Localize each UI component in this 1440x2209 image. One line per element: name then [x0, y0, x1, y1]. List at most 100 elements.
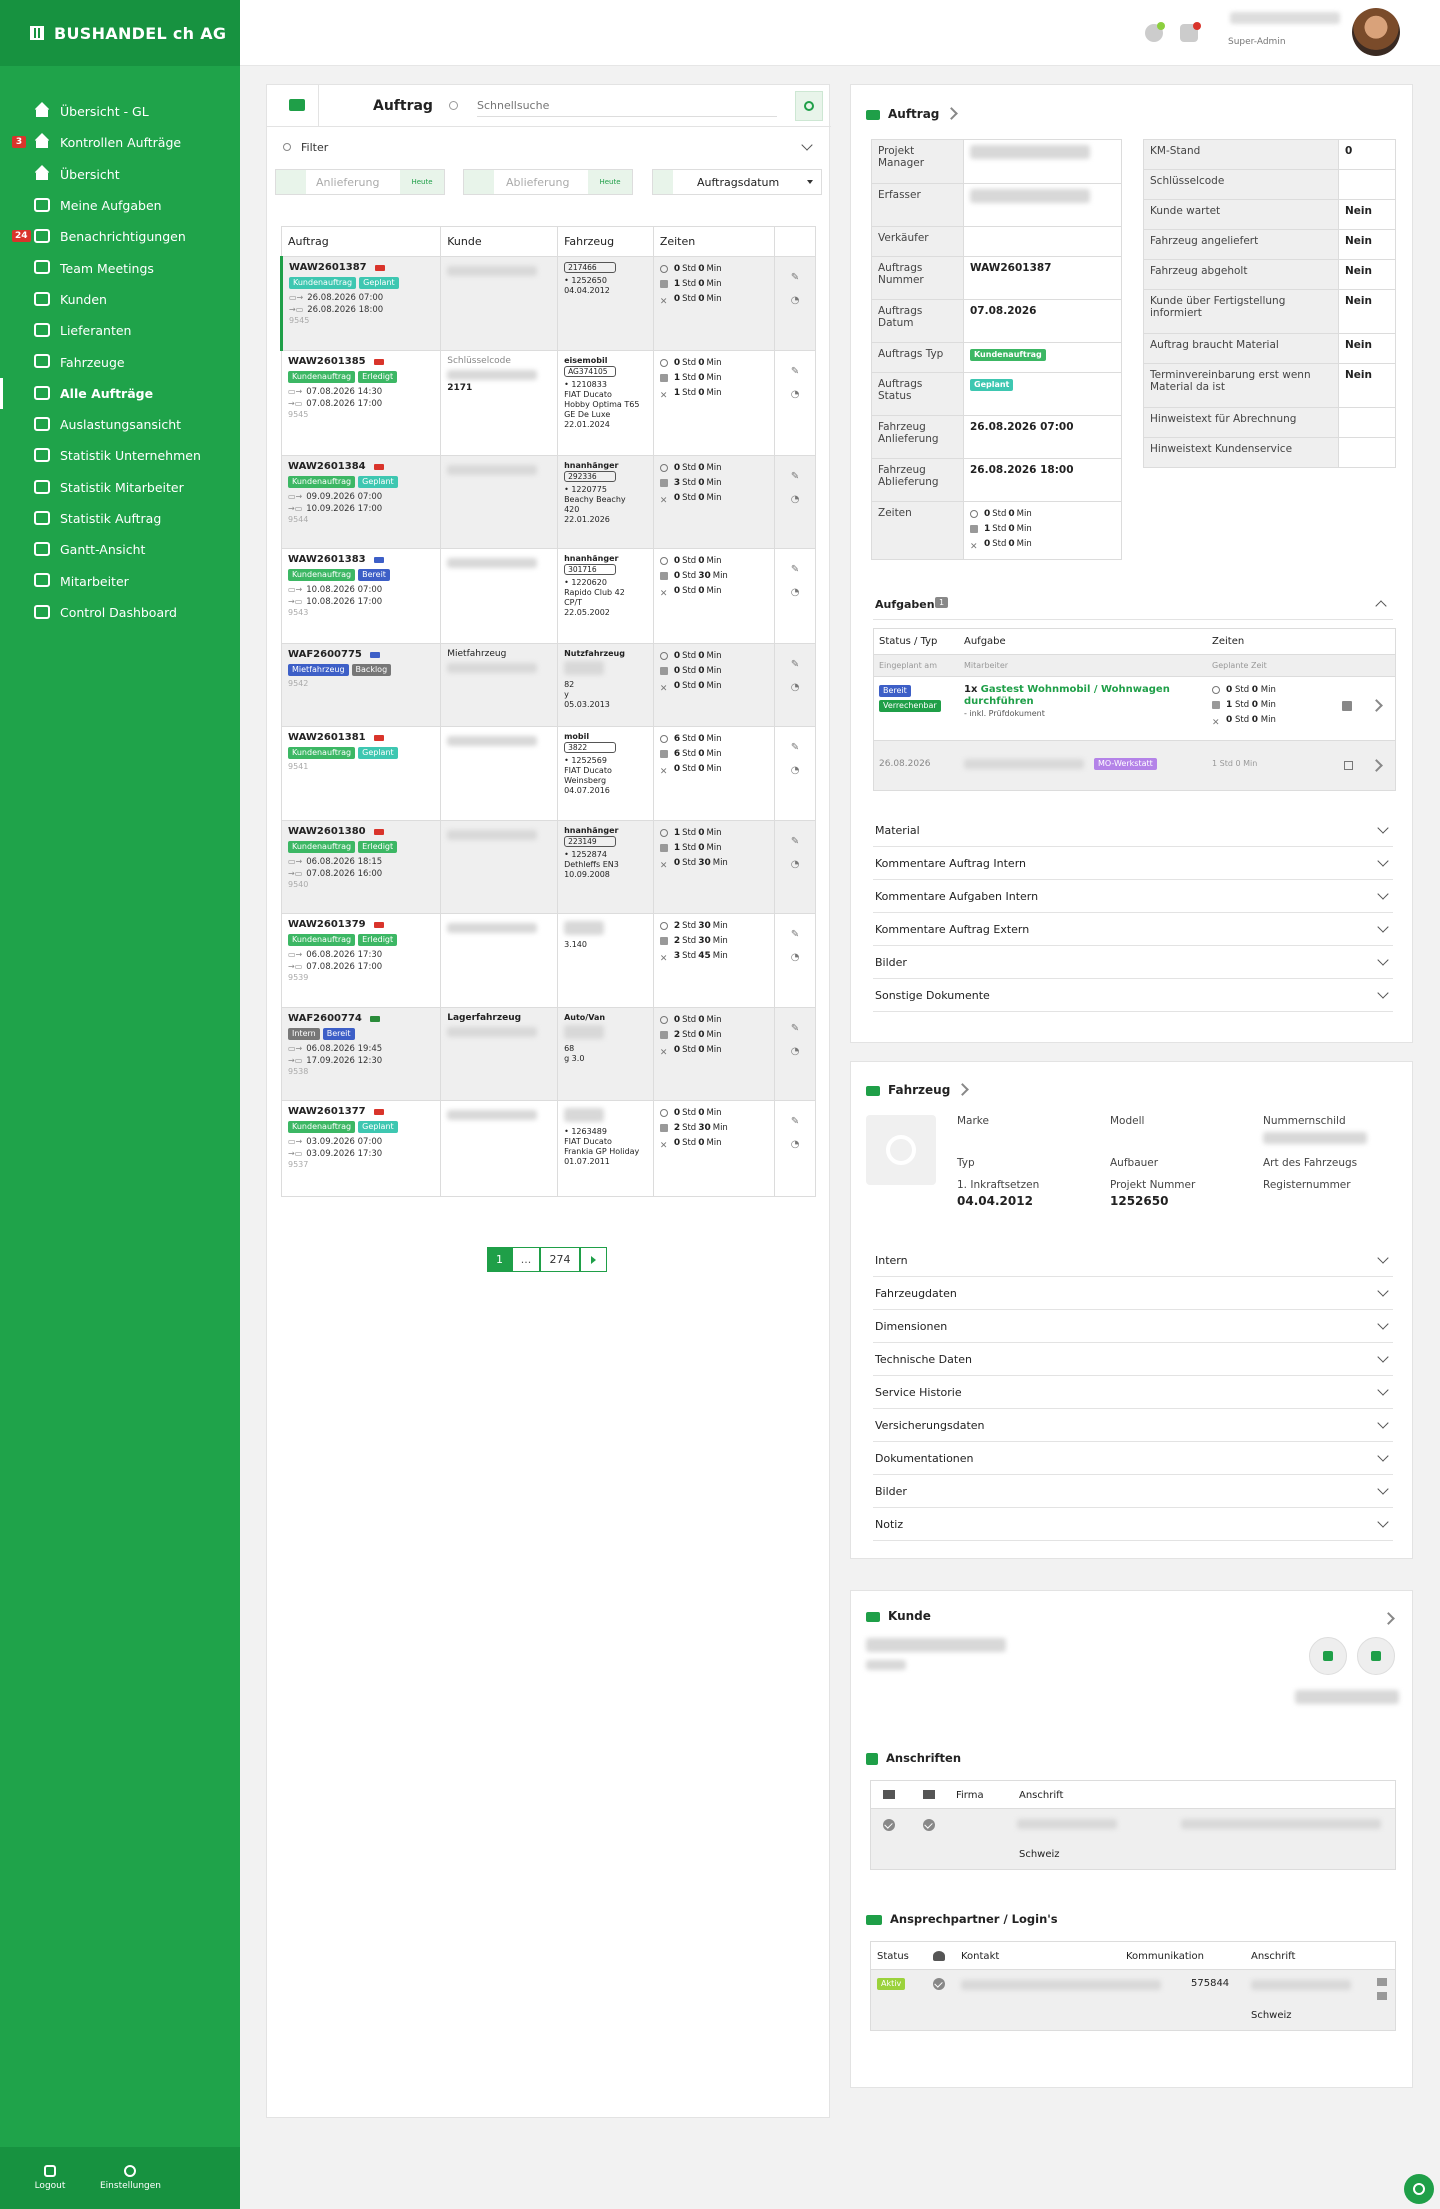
- ablieferung-filter[interactable]: Ablieferung Heute: [463, 169, 633, 195]
- settings-button[interactable]: Einstellungen: [100, 2165, 161, 2191]
- sidebar-item-3[interactable]: Meine Aufgaben: [0, 190, 240, 221]
- folder-tab[interactable]: [279, 85, 319, 127]
- accordion-notiz[interactable]: Notiz: [873, 1508, 1393, 1541]
- page-1[interactable]: 1: [487, 1247, 512, 1272]
- sidebar-item-0[interactable]: Übersicht - GL: [0, 96, 240, 127]
- page-last[interactable]: 274: [540, 1247, 580, 1272]
- anlieferung-input[interactable]: Anlieferung: [316, 176, 379, 189]
- pie-chart-icon[interactable]: ◔: [781, 587, 809, 598]
- ablieferung-input[interactable]: Ablieferung: [506, 176, 569, 189]
- edit-icon[interactable]: [945, 107, 959, 120]
- edit-icon[interactable]: ✎: [781, 366, 809, 377]
- sidebar-item-11[interactable]: Statistik Unternehmen: [0, 440, 240, 471]
- sidebar-item-8[interactable]: Fahrzeuge: [0, 346, 240, 377]
- accordion-technische-daten[interactable]: Technische Daten: [873, 1343, 1393, 1376]
- accordion-dokumentationen[interactable]: Dokumentationen: [873, 1442, 1393, 1475]
- table-row[interactable]: WAF2600775 Mietfahrzeug Backlog 9542 Mietfah…: [280, 643, 816, 727]
- contact-row[interactable]: Aktiv 575844 Schweiz: [871, 1970, 1395, 2030]
- order-number[interactable]: WAW2601383: [288, 554, 366, 565]
- table-row[interactable]: WAW2601377 Kundenauftrag Geplant ▭→ 03.09.20…: [280, 1100, 816, 1197]
- checkbox[interactable]: [1344, 761, 1353, 770]
- order-number[interactable]: WAW2601381: [288, 732, 366, 743]
- pie-chart-icon[interactable]: ◔: [781, 1139, 809, 1150]
- accordion-kommentare-auftrag-intern[interactable]: Kommentare Auftrag Intern: [873, 847, 1393, 880]
- sidebar-item-10[interactable]: Auslastungsansicht: [0, 409, 240, 440]
- sidebar-item-2[interactable]: Übersicht: [0, 159, 240, 190]
- order-number[interactable]: WAW2601387: [289, 262, 367, 273]
- edit-icon[interactable]: ✎: [781, 742, 809, 753]
- document-icon[interactable]: [1342, 701, 1352, 711]
- edit-icon[interactable]: ✎: [781, 1116, 809, 1127]
- address-row[interactable]: Schweiz: [871, 1809, 1395, 1869]
- edit-icon[interactable]: ✎: [781, 564, 809, 575]
- accordion-material[interactable]: Material: [873, 814, 1393, 847]
- search-input[interactable]: [477, 95, 777, 117]
- edit-icon[interactable]: [1370, 699, 1383, 712]
- col-fahrzeug[interactable]: Fahrzeug: [557, 226, 654, 257]
- order-number[interactable]: WAW2601384: [288, 461, 366, 472]
- accordion-fahrzeugdaten[interactable]: Fahrzeugdaten: [873, 1277, 1393, 1310]
- table-row[interactable]: WAW2601385 Kundenauftrag Erledigt ▭→ 07.08.2…: [280, 350, 816, 456]
- search-button[interactable]: [795, 91, 823, 121]
- today-button[interactable]: Heute: [400, 170, 444, 194]
- table-row[interactable]: WAW2601387 Kundenauftrag Geplant ▭→ 26.08.20…: [279, 256, 816, 351]
- sort-select[interactable]: Auftragsdatum: [652, 169, 822, 195]
- next-page-button[interactable]: [580, 1247, 607, 1272]
- table-row[interactable]: WAF2600774 Intern Bereit ▭→ 06.08.2026 19:45…: [280, 1007, 816, 1101]
- task-assignment-row[interactable]: 26.08.2026 MO-Werkstatt 1 Std 0 Min: [874, 741, 1395, 790]
- sidebar-item-16[interactable]: Control Dashboard: [0, 597, 240, 628]
- task-row[interactable]: Bereit Verrechenbar 1x Gastest Wohnmobil …: [874, 677, 1395, 741]
- sidebar-item-9[interactable]: Alle Aufträge: [0, 377, 240, 410]
- accordion-dimensionen[interactable]: Dimensionen: [873, 1310, 1393, 1343]
- table-row[interactable]: WAW2601383 Kundenauftrag Bereit ▭→ 10.08.202…: [280, 548, 816, 644]
- sidebar-item-7[interactable]: Lieferanten: [0, 315, 240, 346]
- edit-icon[interactable]: ✎: [781, 471, 809, 482]
- pie-chart-icon[interactable]: ◔: [781, 494, 809, 505]
- sidebar-item-1[interactable]: 3 Kontrollen Aufträge: [0, 127, 240, 158]
- call-button[interactable]: [1309, 1637, 1347, 1675]
- pie-chart-icon[interactable]: ◔: [781, 389, 809, 400]
- sidebar-item-14[interactable]: Gantt-Ansicht: [0, 534, 240, 565]
- today-button[interactable]: Heute: [588, 170, 632, 194]
- col-auftrag[interactable]: Auftrag: [280, 226, 442, 257]
- edit-icon[interactable]: ✎: [781, 272, 809, 283]
- table-row[interactable]: WAW2601380 Kundenauftrag Erledigt ▭→ 06.08.2…: [280, 820, 816, 914]
- sidebar-item-6[interactable]: Kunden: [0, 284, 240, 315]
- edit-icon[interactable]: ✎: [781, 1023, 809, 1034]
- pie-chart-icon[interactable]: ◔: [781, 765, 809, 776]
- chevron-down-icon[interactable]: [801, 139, 813, 151]
- col-kunde[interactable]: Kunde: [440, 226, 559, 257]
- edit-icon[interactable]: ✎: [781, 659, 809, 670]
- accordion-bilder[interactable]: Bilder: [873, 946, 1393, 979]
- logout-button[interactable]: Logout: [20, 2165, 80, 2191]
- accordion-kommentare-aufgaben-intern[interactable]: Kommentare Aufgaben Intern: [873, 880, 1393, 913]
- help-button[interactable]: [1404, 2174, 1434, 2204]
- order-number[interactable]: WAW2601380: [288, 826, 366, 837]
- accordion-intern[interactable]: Intern: [873, 1244, 1393, 1277]
- email-button[interactable]: [1357, 1637, 1395, 1675]
- sidebar-item-5[interactable]: Team Meetings: [0, 252, 240, 283]
- aufgaben-header[interactable]: Aufgaben 1: [873, 590, 1393, 620]
- table-row[interactable]: WAW2601384 Kundenauftrag Geplant ▭→ 09.09.20…: [280, 455, 816, 549]
- brand[interactable]: BUSHANDEL ch AG: [0, 0, 240, 66]
- accordion-bilder[interactable]: Bilder: [873, 1475, 1393, 1508]
- sidebar-item-13[interactable]: Statistik Auftrag: [0, 503, 240, 534]
- sidebar-item-15[interactable]: Mitarbeiter: [0, 565, 240, 596]
- edit-icon[interactable]: [956, 1083, 970, 1096]
- pie-chart-icon[interactable]: ◔: [781, 1046, 809, 1057]
- avatar[interactable]: [1352, 8, 1400, 56]
- pie-chart-icon[interactable]: ◔: [781, 859, 809, 870]
- accordion-versicherungsdaten[interactable]: Versicherungsdaten: [873, 1409, 1393, 1442]
- col-zeiten[interactable]: Zeiten: [652, 226, 776, 257]
- accordion-service-historie[interactable]: Service Historie: [873, 1376, 1393, 1409]
- order-number[interactable]: WAW2601377: [288, 1106, 366, 1117]
- accordion-kommentare-auftrag-extern[interactable]: Kommentare Auftrag Extern: [873, 913, 1393, 946]
- order-number[interactable]: WAW2601385: [288, 356, 366, 367]
- table-row[interactable]: WAW2601381 Kundenauftrag Geplant 9541 mobil 3…: [280, 726, 816, 821]
- pie-chart-icon[interactable]: ◔: [781, 295, 809, 306]
- table-row[interactable]: WAW2601379 Kundenauftrag Erledigt ▭→ 06.08.2…: [280, 913, 816, 1008]
- pie-chart-icon[interactable]: ◔: [781, 952, 809, 963]
- edit-icon[interactable]: [1370, 759, 1383, 772]
- filter-toggle[interactable]: Filter: [283, 141, 328, 154]
- anlieferung-filter[interactable]: Anlieferung Heute: [275, 169, 445, 195]
